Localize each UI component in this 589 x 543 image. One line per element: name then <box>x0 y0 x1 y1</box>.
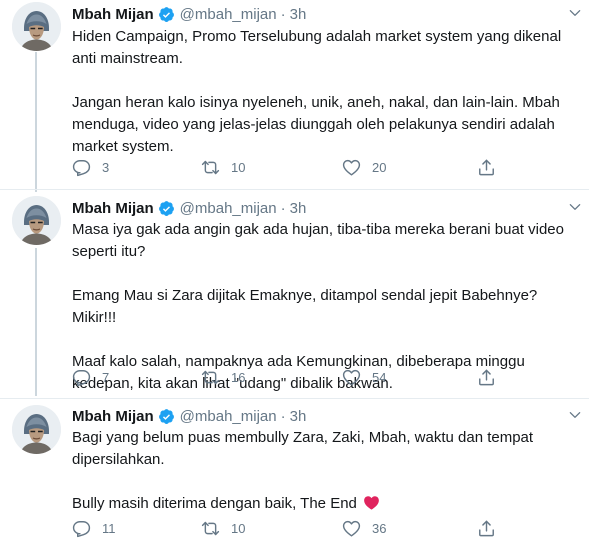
retweet-icon <box>201 368 220 387</box>
separator-dot: · <box>280 5 286 23</box>
reply-button[interactable]: 3 <box>72 157 109 177</box>
reply-button[interactable]: 7 <box>72 367 109 387</box>
tweet-paragraph-text: Bully masih diterima dengan baik, The En… <box>72 495 357 512</box>
retweet-button[interactable]: 10 <box>201 518 245 538</box>
retweet-icon <box>201 519 220 538</box>
tweet[interactable]: Mbah Mijan @mbah_mijan · 3h Bagi yang be… <box>0 405 589 543</box>
tweet-header: Mbah Mijan @mbah_mijan · 3h <box>72 406 306 426</box>
separator-dot: · <box>280 407 286 425</box>
share-button[interactable] <box>477 157 496 177</box>
reply-count: 11 <box>102 520 116 536</box>
heart-icon <box>342 158 361 177</box>
like-count: 36 <box>372 520 387 536</box>
timestamp[interactable]: 3h <box>290 200 307 217</box>
verified-badge-icon <box>158 408 175 425</box>
tweet-actions: 3 10 20 <box>72 157 577 177</box>
tweet-header: Mbah Mijan @mbah_mijan · 3h <box>72 198 306 218</box>
timestamp[interactable]: 3h <box>290 408 307 425</box>
tweet-actions: 7 16 54 <box>72 367 577 387</box>
avatar[interactable] <box>12 2 61 51</box>
avatar-image <box>12 2 61 51</box>
like-count: 54 <box>372 369 387 385</box>
retweet-button[interactable]: 16 <box>201 367 245 387</box>
tweet-paragraph: Jangan heran kalo isinya nyeleneh, unik,… <box>72 94 560 155</box>
tweet-text: Hiden Campaign, Promo Terselubung adalah… <box>72 26 577 158</box>
tweet-paragraph: Masa iya gak ada angin gak ada hujan, ti… <box>72 221 564 260</box>
retweet-count: 10 <box>231 159 246 175</box>
tweet-text: Bagi yang belum puas membully Zara, Zaki… <box>72 427 577 515</box>
reply-icon <box>72 368 91 387</box>
heart-icon <box>342 368 361 387</box>
chevron-down-icon[interactable] <box>568 6 582 20</box>
reply-icon <box>72 519 91 538</box>
tweet-thread: Mbah Mijan @mbah_mijan · 3h Hiden Campai… <box>0 0 589 543</box>
separator-dot: · <box>280 199 286 217</box>
share-icon <box>477 519 496 538</box>
red-heart-emoji-icon <box>363 495 380 510</box>
display-name[interactable]: Mbah Mijan <box>72 408 154 425</box>
reply-count: 3 <box>102 159 110 175</box>
avatar-image <box>12 196 61 245</box>
like-button[interactable]: 54 <box>342 367 386 387</box>
user-handle[interactable]: @mbah_mijan <box>180 6 277 23</box>
tweet-divider <box>0 398 589 399</box>
reply-icon <box>72 158 91 177</box>
tweet-divider <box>0 189 589 190</box>
tweet-actions: 11 10 36 <box>72 518 577 538</box>
avatar-image <box>12 405 61 454</box>
timestamp[interactable]: 3h <box>290 6 307 23</box>
like-button[interactable]: 36 <box>342 518 386 538</box>
tweet-paragraph: Bagi yang belum puas membully Zara, Zaki… <box>72 429 534 468</box>
like-button[interactable]: 20 <box>342 157 386 177</box>
heart-icon <box>342 519 361 538</box>
share-button[interactable] <box>477 367 496 387</box>
retweet-icon <box>201 158 220 177</box>
tweet-paragraph: Bully masih diterima dengan baik, The En… <box>72 493 577 515</box>
user-handle[interactable]: @mbah_mijan <box>180 200 277 217</box>
share-icon <box>477 158 496 177</box>
share-icon <box>477 368 496 387</box>
tweet[interactable]: Mbah Mijan @mbah_mijan · 3h Hiden Campai… <box>0 0 589 188</box>
display-name[interactable]: Mbah Mijan <box>72 200 154 217</box>
share-button[interactable] <box>477 518 496 538</box>
verified-badge-icon <box>158 6 175 23</box>
avatar[interactable] <box>12 405 61 454</box>
reply-button[interactable]: 11 <box>72 518 116 538</box>
reply-count: 7 <box>102 369 110 385</box>
tweet-paragraph: Emang Mau si Zara dijitak Emaknye, ditam… <box>72 287 538 326</box>
user-handle[interactable]: @mbah_mijan <box>180 408 277 425</box>
chevron-down-icon[interactable] <box>568 200 582 214</box>
tweet-paragraph: Hiden Campaign, Promo Terselubung adalah… <box>72 28 562 67</box>
retweet-button[interactable]: 10 <box>201 157 245 177</box>
retweet-count: 16 <box>231 369 246 385</box>
tweet-header: Mbah Mijan @mbah_mijan · 3h <box>72 4 306 24</box>
display-name[interactable]: Mbah Mijan <box>72 6 154 23</box>
retweet-count: 10 <box>231 520 246 536</box>
avatar[interactable] <box>12 196 61 245</box>
chevron-down-icon[interactable] <box>568 408 582 422</box>
tweet[interactable]: Mbah Mijan @mbah_mijan · 3h Masa iya gak… <box>0 196 589 396</box>
like-count: 20 <box>372 159 387 175</box>
verified-badge-icon <box>158 200 175 217</box>
